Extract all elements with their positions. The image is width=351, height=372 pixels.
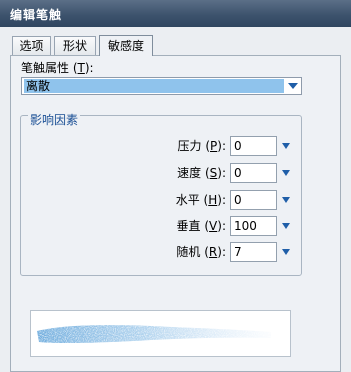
vertical-label-text: 垂直 [176, 219, 201, 233]
brush-property-label-text: 笔触属性 [21, 61, 70, 75]
triangle-down-icon[interactable] [282, 170, 290, 176]
brush-property-label: 笔触属性 (T): [21, 61, 94, 75]
speed-input[interactable]: 0 [230, 163, 277, 183]
brush-property-value: 离散 [24, 79, 284, 93]
speed-label: 速度 (S): [177, 166, 226, 180]
influence-group-title: 影响因素 [28, 111, 81, 128]
edit-brush-dialog: 编辑笔触 选项 形状 敏感度 笔触属性 (T): 离散 影响因素 压力 (P):… [0, 0, 351, 372]
triangle-down-icon[interactable] [282, 197, 290, 203]
vertical-input[interactable]: 100 [230, 216, 277, 236]
speed-hotkey: S [209, 166, 218, 180]
title-bar[interactable]: 编辑笔触 [0, 0, 351, 27]
pressure-label-text: 压力 [177, 139, 202, 153]
brush-property-hotkey: T [77, 61, 85, 75]
window-title: 编辑笔触 [10, 8, 63, 22]
horizontal-hotkey: H [208, 193, 218, 207]
random-label-text: 随机 [176, 245, 201, 259]
speed-label-text: 速度 [177, 166, 202, 180]
horizontal-input[interactable]: 0 [230, 190, 277, 210]
vertical-label: 垂直 (V): [176, 219, 226, 233]
random-label: 随机 (R): [176, 245, 226, 259]
random-input[interactable]: 7 [230, 242, 277, 262]
brush-property-select[interactable]: 离散 [21, 77, 302, 95]
triangle-down-icon[interactable] [282, 249, 290, 255]
pressure-input[interactable]: 0 [230, 136, 277, 156]
chevron-down-icon[interactable] [288, 83, 298, 89]
pressure-hotkey: P [210, 139, 218, 153]
tab-sensitivity[interactable]: 敏感度 [99, 35, 153, 56]
brush-stroke-preview [37, 325, 271, 344]
tab-options[interactable]: 选项 [12, 36, 51, 55]
horizontal-label: 水平 (H): [175, 193, 226, 207]
tab-shape[interactable]: 形状 [54, 36, 96, 55]
vertical-hotkey: V [209, 219, 218, 233]
triangle-down-icon[interactable] [282, 143, 290, 149]
pressure-label: 压力 (P): [177, 139, 227, 153]
triangle-down-icon[interactable] [282, 223, 290, 229]
horizontal-label-text: 水平 [175, 193, 200, 207]
random-hotkey: R [208, 245, 218, 259]
brush-preview [30, 310, 291, 357]
